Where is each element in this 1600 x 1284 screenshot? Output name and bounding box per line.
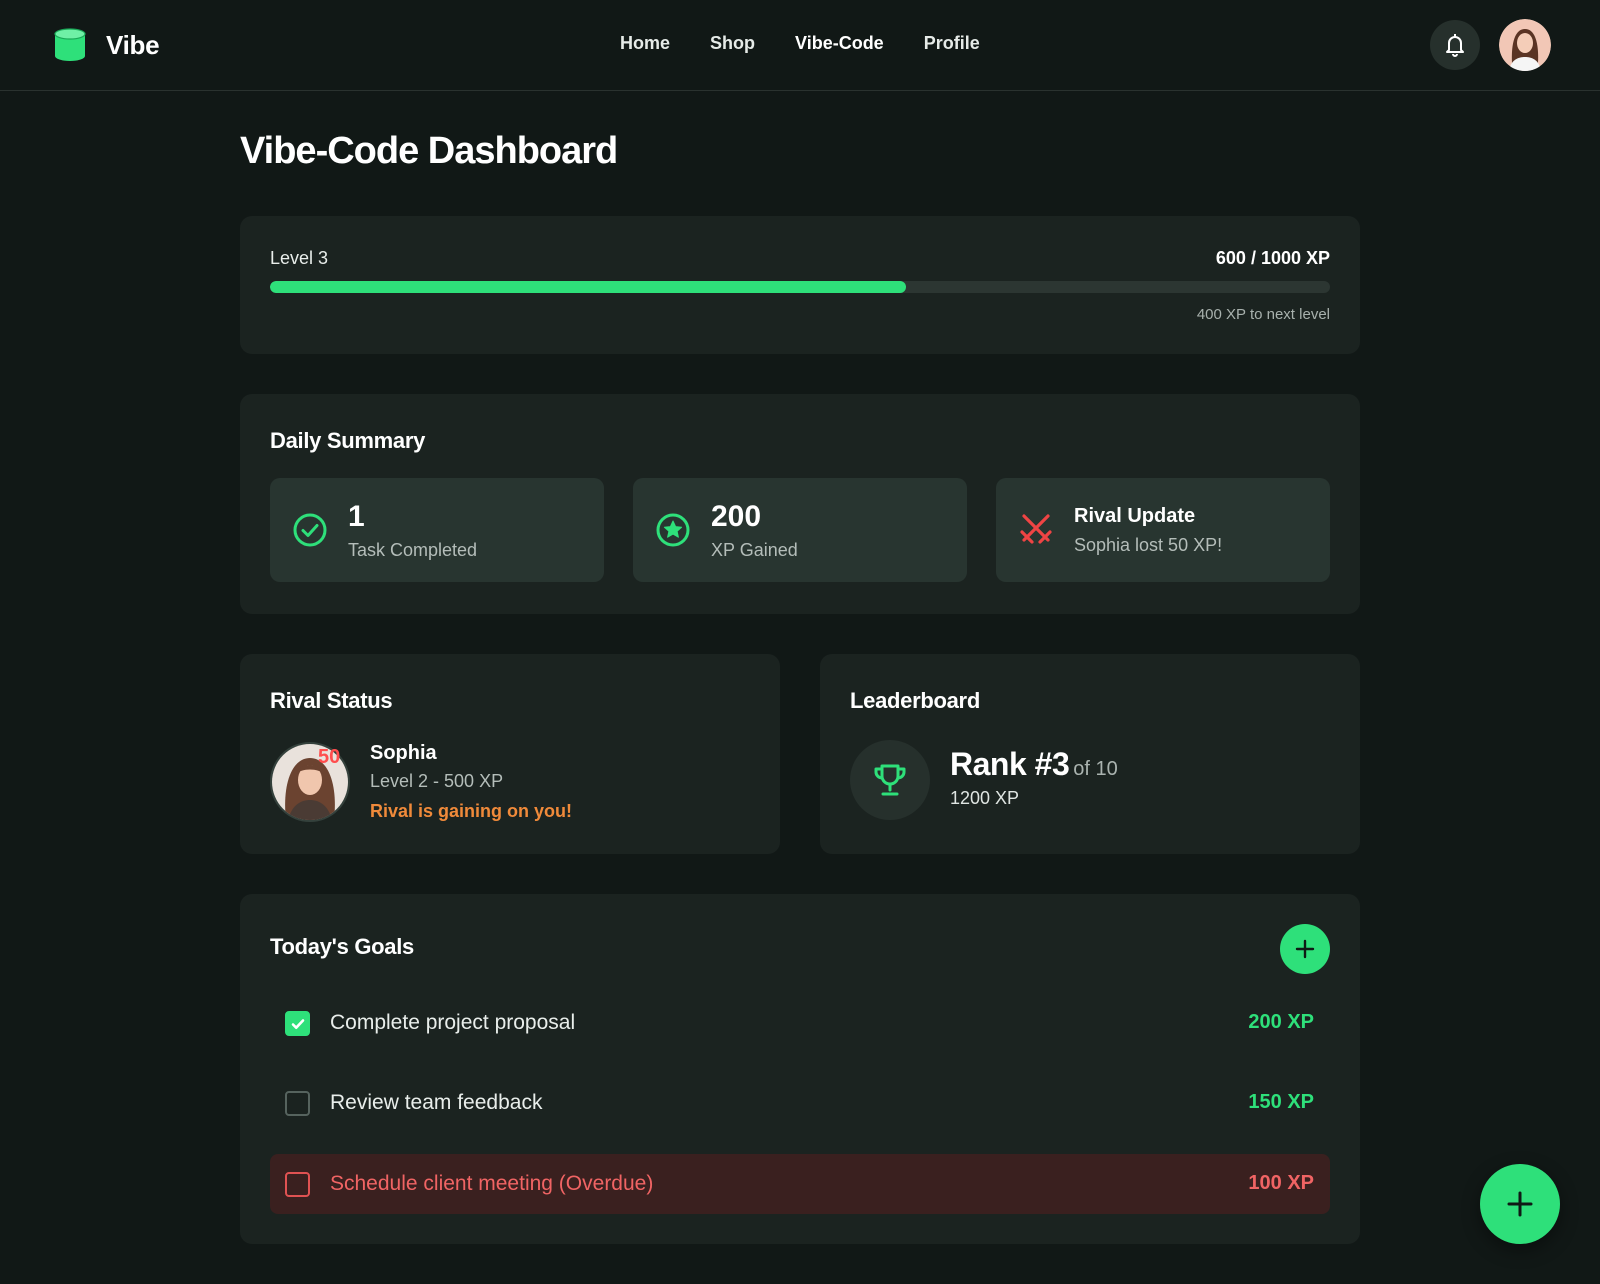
main-nav: Home Shop Vibe-Code Profile <box>620 33 1020 54</box>
plus-icon <box>1295 939 1315 959</box>
goal-item[interactable]: Complete project proposal 200 XP <box>270 993 1330 1053</box>
goal-item-overdue[interactable]: Schedule client meeting (Overdue) 100 XP <box>270 1154 1330 1214</box>
xp-gained-stat: 200 XP Gained <box>633 478 967 582</box>
rival-update-text: Sophia lost 50 XP! <box>1074 535 1223 555</box>
xp-progress-fill <box>270 281 906 293</box>
goal-xp: 150 XP <box>1248 1091 1314 1113</box>
goal-text: Review team feedback <box>330 1091 543 1114</box>
nav-vibe-code[interactable]: Vibe-Code <box>795 33 884 54</box>
rival-name: Sophia <box>370 742 437 764</box>
leaderboard-card: Leaderboard Rank #3 of 10 1200 XP <box>820 654 1360 854</box>
database-icon <box>54 28 86 61</box>
xp-gained-value: 200 <box>711 500 762 533</box>
goal-checkbox[interactable] <box>285 1091 310 1116</box>
todays-goals-card: Today's Goals Complete project proposal … <box>240 894 1360 1244</box>
user-portrait-icon <box>1499 19 1551 71</box>
daily-summary-title: Daily Summary <box>270 428 426 453</box>
daily-summary-card: Daily Summary 1 Task Completed 200 XP Ga… <box>240 394 1360 614</box>
level-xp: 600 / 1000 XP <box>1215 248 1330 268</box>
leaderboard-rank: Rank #3 of 10 <box>950 746 1118 783</box>
xp-progress-bar <box>270 281 1330 293</box>
tasks-completed-value: 1 <box>348 500 365 533</box>
add-goal-button[interactable] <box>1280 924 1330 974</box>
rank-value: Rank #3 <box>950 746 1070 782</box>
tasks-completed-stat: 1 Task Completed <box>270 478 604 582</box>
rival-xp-change-badge: 50 <box>318 746 341 768</box>
notifications-button[interactable] <box>1430 20 1480 70</box>
app-name: Vibe <box>106 29 160 60</box>
goal-xp: 200 XP <box>1248 1011 1314 1033</box>
goal-text: Complete project proposal <box>330 1011 576 1034</box>
rival-status-title: Rival Status <box>270 688 393 713</box>
rival-update-title: Rival Update <box>1074 505 1196 527</box>
rank-of-total: of 10 <box>1073 758 1118 780</box>
nav-home[interactable]: Home <box>620 33 670 54</box>
level-progress-card: Level 3 600 / 1000 XP 400 XP to next lev… <box>240 216 1360 354</box>
user-avatar[interactable] <box>1499 19 1551 71</box>
page-title: Vibe-Code Dashboard <box>240 130 618 172</box>
app-logo[interactable]: Vibe <box>54 28 160 62</box>
star-circle-icon <box>656 513 690 547</box>
todays-goals-title: Today's Goals <box>270 934 414 959</box>
nav-profile[interactable]: Profile <box>924 33 980 54</box>
leaderboard-xp: 1200 XP <box>950 788 1020 808</box>
checkmark-icon <box>291 1018 304 1029</box>
nav-shop[interactable]: Shop <box>710 33 755 54</box>
goal-checkbox[interactable] <box>285 1172 310 1197</box>
crossed-swords-icon <box>1020 514 1052 544</box>
xp-gained-label: XP Gained <box>711 540 798 560</box>
goal-item[interactable]: Review team feedback 150 XP <box>270 1073 1330 1133</box>
goal-checkbox[interactable] <box>285 1011 310 1036</box>
plus-icon <box>1507 1191 1533 1217</box>
xp-to-next-level: 400 XP to next level <box>1196 306 1330 323</box>
tasks-completed-label: Task Completed <box>348 540 478 560</box>
goal-text: Schedule client meeting (Overdue) <box>330 1172 654 1195</box>
goal-xp: 100 XP <box>1248 1172 1314 1194</box>
leaderboard-title: Leaderboard <box>850 688 980 713</box>
level-label: Level 3 <box>270 248 329 268</box>
rival-level: Level 2 - 500 XP <box>370 771 504 791</box>
rival-update-stat: Rival Update Sophia lost 50 XP! <box>996 478 1330 582</box>
rival-status-card: Rival Status 50 Sophia Level 2 - 500 XP … <box>240 654 780 854</box>
trophy-icon <box>874 764 906 796</box>
top-navigation-bar: Vibe Home Shop Vibe-Code Profile <box>0 0 1600 91</box>
trophy-badge <box>850 740 930 820</box>
bell-icon <box>1446 34 1464 57</box>
check-circle-icon <box>293 513 327 547</box>
floating-add-button[interactable] <box>1480 1164 1560 1244</box>
rival-warning: Rival is gaining on you! <box>370 801 573 821</box>
